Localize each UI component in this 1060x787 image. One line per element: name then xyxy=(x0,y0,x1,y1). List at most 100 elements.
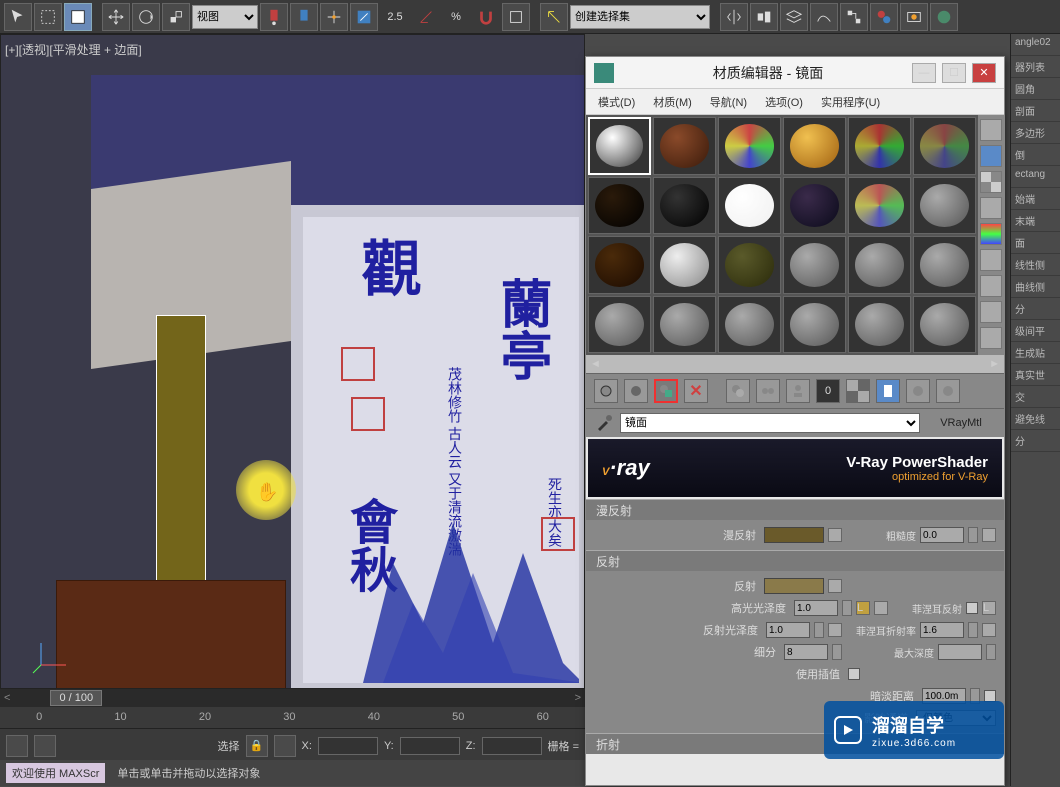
material-sample-slot[interactable] xyxy=(653,296,716,354)
timeline[interactable]: < 0 / 100 > 0102030405060 xyxy=(0,688,585,728)
reference-coord-dropdown[interactable]: 视图 xyxy=(192,5,258,29)
move-button[interactable] xyxy=(102,3,130,31)
menu-utilities[interactable]: 实用程序(U) xyxy=(821,94,880,110)
scroll-right-icon[interactable]: ► xyxy=(989,358,1000,370)
command-panel[interactable]: angle02器列表圆角剖面多边形倒ectang始端末端面线性侧曲线侧分级间平生… xyxy=(1010,34,1060,786)
menu-navigate[interactable]: 导航(N) xyxy=(710,94,747,110)
options-button[interactable] xyxy=(980,275,1002,297)
roughness-spin-arrows[interactable] xyxy=(968,527,978,543)
menu-options[interactable]: 选项(O) xyxy=(765,94,803,110)
pivot-button[interactable] xyxy=(260,3,288,31)
material-sample-slot[interactable] xyxy=(588,296,651,354)
hilight-gloss-arrows[interactable] xyxy=(842,600,852,616)
roughness-map-button[interactable] xyxy=(982,528,996,542)
use-interp-checkbox[interactable] xyxy=(848,668,860,680)
reflect-map-button[interactable] xyxy=(828,579,842,593)
material-editor-button[interactable] xyxy=(870,3,898,31)
material-sample-slot[interactable] xyxy=(848,117,911,175)
material-editor-titlebar[interactable]: 材质编辑器 - 镜面 — ☐ ✕ xyxy=(586,57,1004,89)
panel-item[interactable]: 避免线 xyxy=(1011,408,1060,430)
diffuse-rollout-header[interactable]: 漫反射 xyxy=(586,500,1004,520)
material-sample-slot[interactable] xyxy=(588,236,651,294)
select-by-mat-button[interactable] xyxy=(980,301,1002,323)
roughness-spinner[interactable] xyxy=(920,527,964,543)
panel-item[interactable]: 级间平 xyxy=(1011,320,1060,342)
material-name-dropdown[interactable]: 镜面 xyxy=(620,413,920,433)
angle-snap-button[interactable] xyxy=(350,3,378,31)
panel-item[interactable]: 线性侧 xyxy=(1011,254,1060,276)
put-to-library-button[interactable] xyxy=(786,379,810,403)
panel-item[interactable]: 剖面 xyxy=(1011,100,1060,122)
material-sample-slot[interactable] xyxy=(588,117,651,175)
key-filter-button[interactable] xyxy=(34,735,56,757)
panel-item[interactable]: 始端 xyxy=(1011,188,1060,210)
select-arrow-button[interactable] xyxy=(4,3,32,31)
fresnel-ior-map-button[interactable] xyxy=(982,623,996,637)
panel-item[interactable]: ectang xyxy=(1011,166,1060,188)
sample-type-button[interactable] xyxy=(980,119,1002,141)
fresnel-checkbox[interactable] xyxy=(966,602,978,614)
assign-to-selection-button[interactable] xyxy=(654,379,678,403)
panel-item[interactable]: 面 xyxy=(1011,232,1060,254)
panel-item[interactable]: 倒 xyxy=(1011,144,1060,166)
material-sample-slot[interactable] xyxy=(653,236,716,294)
fresnel-lock-button[interactable]: L xyxy=(982,601,996,615)
refl-gloss-map-button[interactable] xyxy=(828,623,842,637)
material-sample-slot[interactable] xyxy=(718,177,781,235)
put-to-scene-button[interactable] xyxy=(624,379,648,403)
material-sample-slot[interactable] xyxy=(588,177,651,235)
menu-mode[interactable]: 模式(D) xyxy=(598,94,635,110)
hilight-lock-button[interactable]: L xyxy=(856,601,870,615)
minimize-button[interactable]: — xyxy=(912,63,936,83)
pick-material-dropper[interactable] xyxy=(594,413,614,433)
panel-item[interactable]: angle02 xyxy=(1011,34,1060,56)
diffuse-color-swatch[interactable] xyxy=(764,527,824,543)
lock-sel-button[interactable]: 🔒 xyxy=(246,735,268,757)
subdiv-spinner[interactable] xyxy=(784,644,828,660)
max-depth-spinner[interactable] xyxy=(938,644,982,660)
panel-item[interactable]: 分 xyxy=(1011,430,1060,452)
abs-rel-button[interactable] xyxy=(274,735,296,757)
mat-id-button[interactable]: 0 xyxy=(816,379,840,403)
material-sample-slot[interactable] xyxy=(913,117,976,175)
named-selection-dropdown[interactable]: 创建选择集 xyxy=(570,5,710,29)
diffuse-map-button[interactable] xyxy=(828,528,842,542)
mirror-button[interactable] xyxy=(720,3,748,31)
layers-button[interactable] xyxy=(780,3,808,31)
select-window-button[interactable] xyxy=(64,3,92,31)
material-sample-slot[interactable] xyxy=(718,296,781,354)
material-type-button[interactable]: VRayMtl xyxy=(926,417,996,429)
material-sample-slot[interactable] xyxy=(913,296,976,354)
material-sample-slot[interactable] xyxy=(718,117,781,175)
material-sample-slot[interactable] xyxy=(653,177,716,235)
menu-material[interactable]: 材质(M) xyxy=(653,94,692,110)
fresnel-ior-arrows[interactable] xyxy=(968,622,978,638)
make-preview-button[interactable] xyxy=(980,249,1002,271)
sample-uv-button[interactable] xyxy=(980,197,1002,219)
percent-snap-button[interactable]: % xyxy=(442,3,470,31)
hilight-gloss-spinner[interactable] xyxy=(794,600,838,616)
hilight-map-button[interactable] xyxy=(874,601,888,615)
material-sample-slot[interactable] xyxy=(848,177,911,235)
panel-item[interactable]: 圆角 xyxy=(1011,78,1060,100)
panel-item[interactable]: 生成贴 xyxy=(1011,342,1060,364)
fresnel-ior-spinner[interactable] xyxy=(920,622,964,638)
frame-indicator[interactable]: 0 / 100 xyxy=(50,690,102,706)
reflect-rollout-header[interactable]: 反射 xyxy=(586,551,1004,571)
snap-button[interactable] xyxy=(320,3,348,31)
max-depth-arrows[interactable] xyxy=(986,644,996,660)
mat-map-nav-button[interactable] xyxy=(980,327,1002,349)
select-rect-button[interactable] xyxy=(34,3,62,31)
panel-item[interactable]: 分 xyxy=(1011,298,1060,320)
show-in-viewport-button[interactable] xyxy=(846,379,870,403)
material-sample-slot[interactable] xyxy=(913,236,976,294)
z-coord-field[interactable] xyxy=(482,737,542,755)
material-sample-slot[interactable] xyxy=(783,236,846,294)
y-coord-field[interactable] xyxy=(400,737,460,755)
scroll-left-icon[interactable]: ◄ xyxy=(590,358,601,370)
reflect-color-swatch[interactable] xyxy=(764,578,824,594)
panel-item[interactable]: 器列表 xyxy=(1011,56,1060,78)
refl-gloss-arrows[interactable] xyxy=(814,622,824,638)
go-sibling-button[interactable] xyxy=(936,379,960,403)
reset-map-button[interactable]: ✕ xyxy=(684,379,708,403)
